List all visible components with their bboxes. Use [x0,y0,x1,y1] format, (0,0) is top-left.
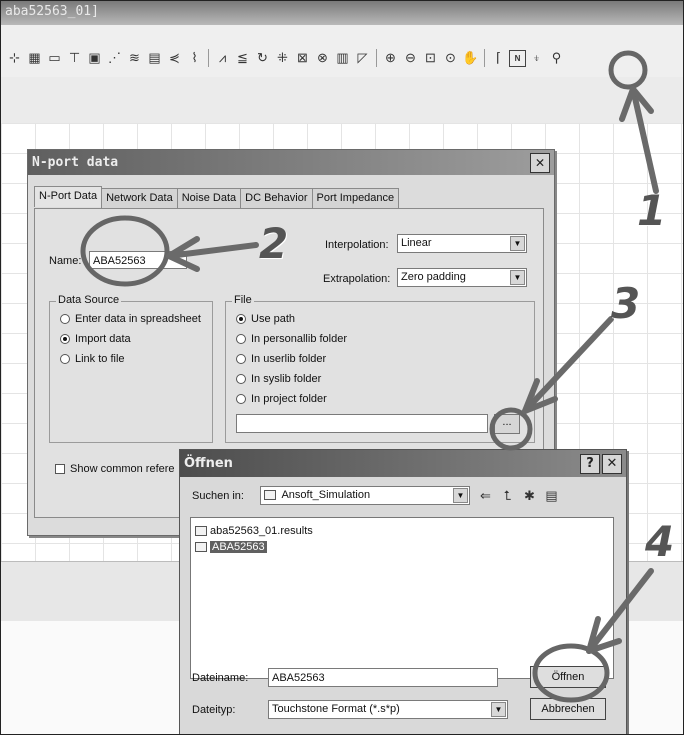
annotation-circle-3 [489,407,533,451]
annotation-circle-2 [80,215,170,287]
annotation-number-1: 1 [637,186,667,235]
annotation-circle-1 [608,50,648,90]
annotation-circle-4 [532,643,610,703]
annotation-number-4: 4 [645,517,675,566]
screenshot-frame: aba52563_01] ⊹ ▦ ▭ ⊤ ▣ ⋰ ≋ ▤ ⋞ ⌇ ⩘ ≦ ↻ ⁜… [0,0,684,735]
annotation-overlay [80,50,659,703]
annotation-number-2: 2 [259,219,289,268]
annotation-number-3: 3 [611,279,641,328]
annotation-arrow-3 [522,316,614,414]
